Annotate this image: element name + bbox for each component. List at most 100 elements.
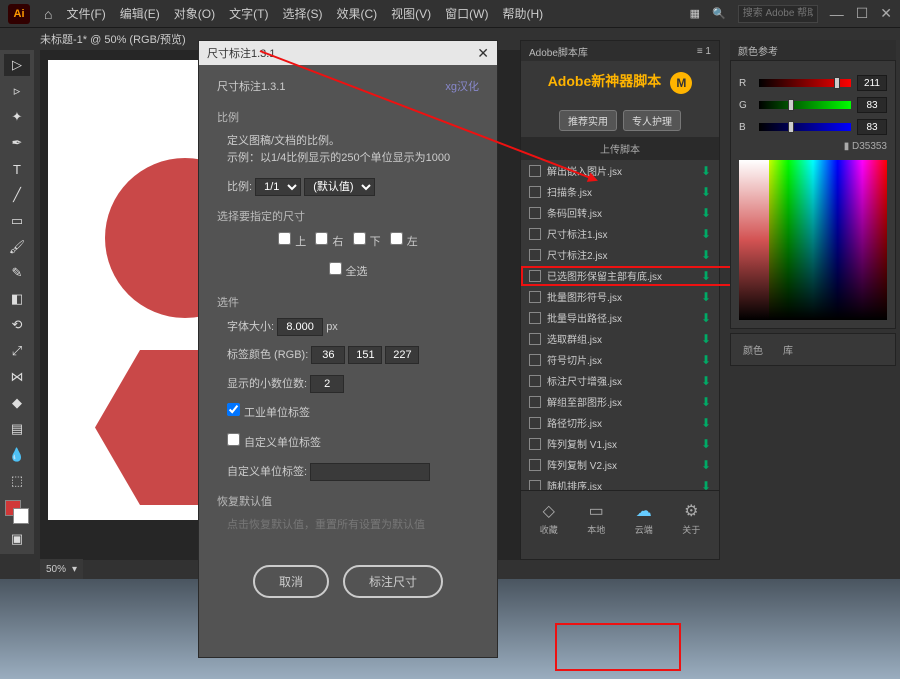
- script-item[interactable]: 路径切形.jsx⬇: [521, 412, 719, 433]
- g-slider[interactable]: [759, 101, 851, 109]
- scripts-upload-header[interactable]: 上传脚本: [521, 137, 719, 160]
- download-icon[interactable]: ⬇: [701, 311, 711, 325]
- rotate-tool[interactable]: ⟲: [4, 314, 30, 336]
- color-g-input[interactable]: [348, 346, 382, 364]
- cancel-button[interactable]: 取消: [253, 565, 329, 598]
- pencil-tool[interactable]: ✎: [4, 262, 30, 284]
- menu-effect[interactable]: 效果(C): [336, 5, 377, 22]
- b-slider[interactable]: [759, 123, 851, 131]
- chk-left[interactable]: 左: [390, 236, 418, 248]
- eyedropper-tool[interactable]: 💧: [4, 444, 30, 466]
- maximize-icon[interactable]: ☐: [856, 5, 869, 22]
- script-item[interactable]: 尺寸标注1.jsx⬇: [521, 223, 719, 244]
- chk-industrial[interactable]: 工业单位标签: [227, 407, 310, 419]
- download-icon[interactable]: ⬇: [701, 227, 711, 241]
- background-swatch[interactable]: [13, 508, 29, 524]
- search-input[interactable]: [738, 5, 818, 23]
- menu-object[interactable]: 对象(O): [174, 5, 215, 22]
- script-item[interactable]: 扫描条.jsx⬇: [521, 181, 719, 202]
- script-item[interactable]: 条码回转.jsx⬇: [521, 202, 719, 223]
- menu-edit[interactable]: 编辑(E): [120, 5, 160, 22]
- layout-icon[interactable]: ▦: [690, 7, 700, 20]
- script-item[interactable]: 批量导出路径.jsx⬇: [521, 307, 719, 328]
- download-icon[interactable]: ⬇: [701, 479, 711, 491]
- blend-tool[interactable]: ⬚: [4, 470, 30, 492]
- line-tool[interactable]: ╱: [4, 184, 30, 206]
- script-item[interactable]: 随机排序.jsx⬇: [521, 475, 719, 490]
- pen-tool[interactable]: ✒: [4, 132, 30, 154]
- script-item[interactable]: 阵列复制 V1.jsx⬇: [521, 433, 719, 454]
- menu-view[interactable]: 视图(V): [391, 5, 431, 22]
- scripts-list[interactable]: 解出嵌入图片.jsx⬇扫描条.jsx⬇条码回转.jsx⬇尺寸标注1.jsx⬇尺寸…: [521, 160, 719, 490]
- scripts-panel-tab[interactable]: Adobe脚本库≡ 1: [521, 41, 719, 61]
- menu-file[interactable]: 文件(F): [66, 5, 105, 22]
- script-item[interactable]: 解组至部图形.jsx⬇: [521, 391, 719, 412]
- magic-wand-tool[interactable]: ✦: [4, 106, 30, 128]
- dialog-close-icon[interactable]: ✕: [477, 45, 489, 62]
- color-picker[interactable]: [739, 160, 887, 320]
- footer-cloud[interactable]: ☁云端: [635, 501, 653, 536]
- script-item[interactable]: 尺寸标注2.jsx⬇: [521, 244, 719, 265]
- download-icon[interactable]: ⬇: [701, 416, 711, 430]
- tab-swatches[interactable]: 颜色: [743, 342, 763, 357]
- chk-all[interactable]: 全选: [329, 266, 368, 278]
- close-icon[interactable]: ✕: [880, 5, 892, 22]
- document-title[interactable]: 未标题-1* @ 50% (RGB/预览): [40, 31, 186, 47]
- download-icon[interactable]: ⬇: [701, 458, 711, 472]
- r-slider[interactable]: [759, 79, 851, 87]
- fontsize-input[interactable]: [277, 318, 323, 336]
- home-icon[interactable]: ⌂: [44, 6, 52, 22]
- download-icon[interactable]: ⬇: [701, 395, 711, 409]
- r-value[interactable]: [857, 75, 887, 91]
- custom-unit-input[interactable]: [310, 463, 430, 481]
- gradient-tool[interactable]: ▤: [4, 418, 30, 440]
- decimals-input[interactable]: [310, 375, 344, 393]
- scale-tool[interactable]: ⤢: [4, 340, 30, 362]
- download-icon[interactable]: ⬇: [701, 269, 711, 283]
- shape-builder-tool[interactable]: ◆: [4, 392, 30, 414]
- script-item[interactable]: 阵列复制 V2.jsx⬇: [521, 454, 719, 475]
- tab-library[interactable]: 库: [783, 342, 793, 357]
- color-panel-tab[interactable]: 颜色参考: [730, 40, 896, 60]
- script-item[interactable]: 已选图形保留主部有底.jsx⬇: [521, 265, 719, 286]
- hex-value[interactable]: D35353: [852, 141, 887, 152]
- menu-select[interactable]: 选择(S): [282, 5, 322, 22]
- minimize-icon[interactable]: —: [830, 6, 844, 22]
- footer-favorites[interactable]: ◇收藏: [540, 501, 558, 536]
- footer-local[interactable]: ▭本地: [587, 501, 605, 536]
- menu-window[interactable]: 窗口(W): [445, 5, 488, 22]
- download-icon[interactable]: ⬇: [701, 437, 711, 451]
- b-value[interactable]: [857, 119, 887, 135]
- script-item[interactable]: 解出嵌入图片.jsx⬇: [521, 160, 719, 181]
- ok-button[interactable]: 标注尺寸: [343, 565, 443, 598]
- download-icon[interactable]: ⬇: [701, 185, 711, 199]
- script-item[interactable]: 符号切片.jsx⬇: [521, 349, 719, 370]
- selection-tool[interactable]: ▷: [4, 54, 30, 76]
- chk-custom-unit[interactable]: 自定义单位标签: [227, 437, 321, 449]
- download-icon[interactable]: ⬇: [701, 164, 711, 178]
- script-item[interactable]: 选取群组.jsx⬇: [521, 328, 719, 349]
- color-b-input[interactable]: [385, 346, 419, 364]
- download-icon[interactable]: ⬇: [701, 374, 711, 388]
- search-icon[interactable]: 🔍: [712, 7, 726, 20]
- screen-mode-tool[interactable]: ▣: [4, 528, 30, 550]
- brush-tool[interactable]: 🖌: [4, 236, 30, 258]
- download-icon[interactable]: ⬇: [701, 332, 711, 346]
- eraser-tool[interactable]: ◧: [4, 288, 30, 310]
- footer-about[interactable]: ⚙关于: [682, 501, 700, 536]
- scripts-tab-pro[interactable]: 专人护理: [623, 110, 681, 131]
- download-icon[interactable]: ⬇: [701, 206, 711, 220]
- dialog-translator-link[interactable]: xg汉化: [445, 79, 479, 97]
- g-value[interactable]: [857, 97, 887, 113]
- chk-bottom[interactable]: 下: [353, 236, 381, 248]
- scale-select[interactable]: 1/1: [255, 178, 301, 196]
- scripts-tab-recommended[interactable]: 推荐实用: [559, 110, 617, 131]
- zoom-value[interactable]: 50%: [46, 564, 66, 575]
- direct-selection-tool[interactable]: ▹: [4, 80, 30, 102]
- download-icon[interactable]: ⬇: [701, 353, 711, 367]
- zoom-dropdown-icon[interactable]: ▾: [72, 564, 77, 575]
- color-r-input[interactable]: [311, 346, 345, 364]
- chk-top[interactable]: 上: [278, 236, 306, 248]
- download-icon[interactable]: ⬇: [701, 290, 711, 304]
- scale-default-select[interactable]: (默认值): [304, 178, 375, 196]
